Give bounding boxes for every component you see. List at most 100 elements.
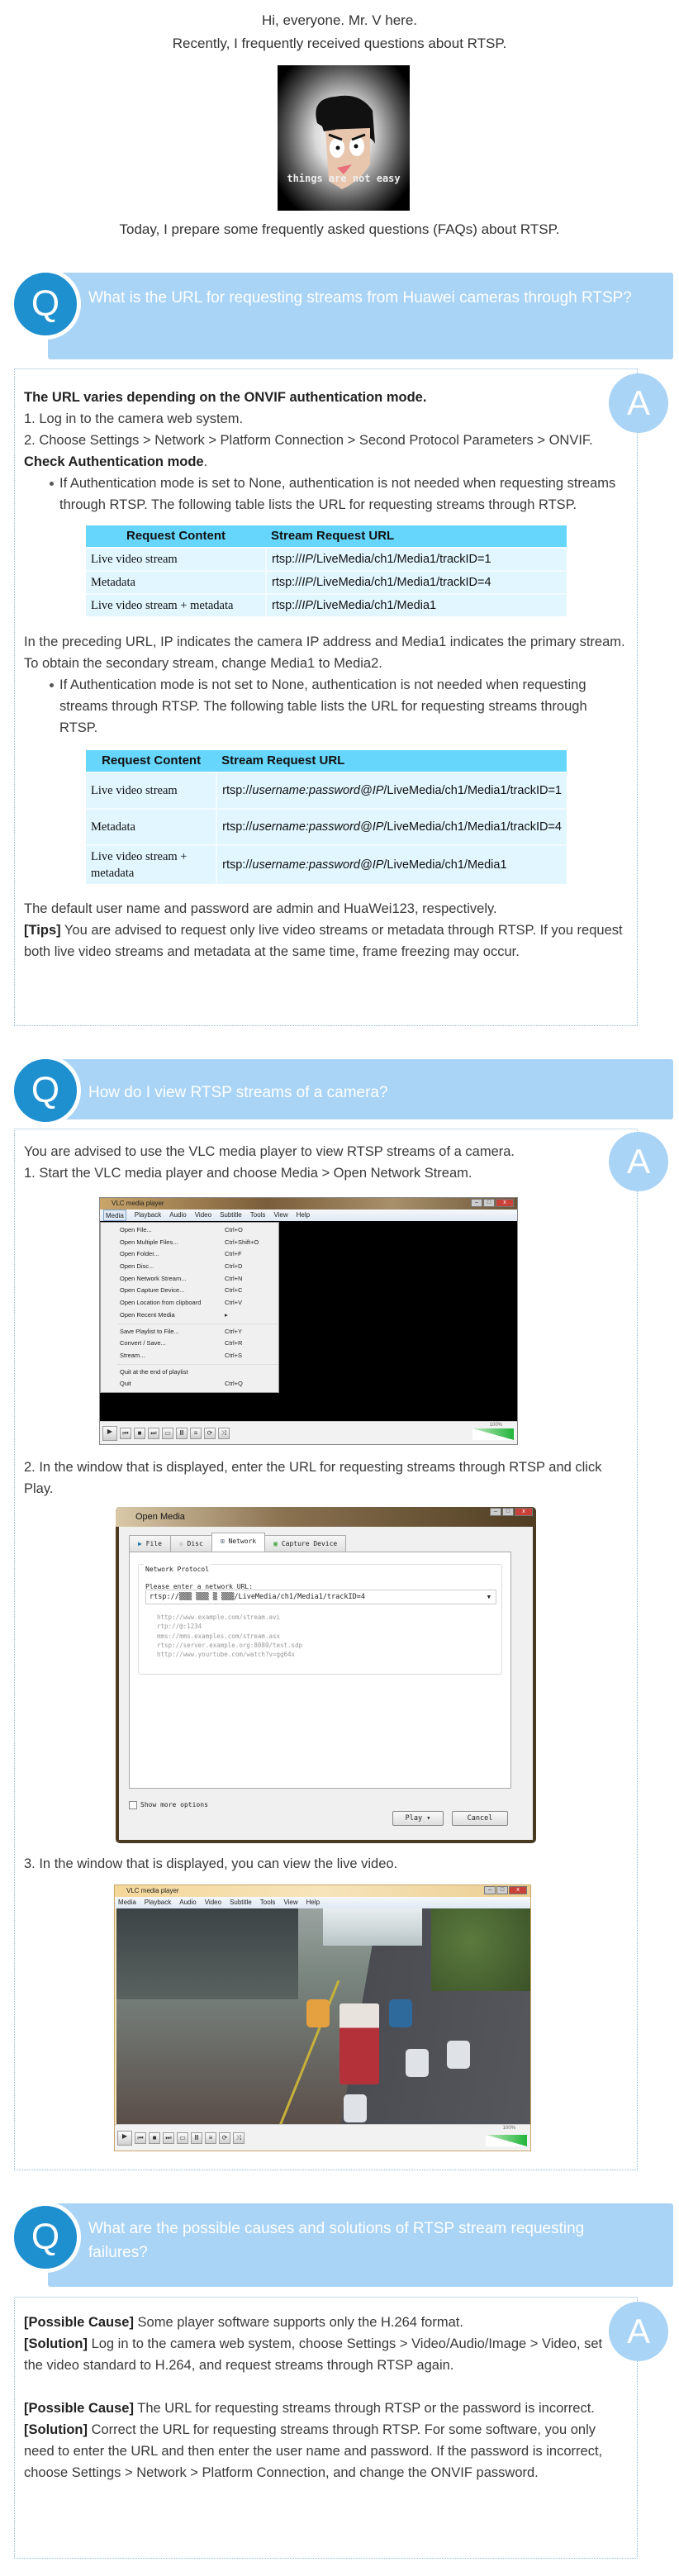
stop-icon: ■ [134, 1427, 145, 1439]
play-button: Play ▾ [392, 1811, 444, 1826]
menu-subtitle: Subtitle [220, 1211, 242, 1219]
dialog-title-text: Open Media [135, 1512, 185, 1522]
menu-item-label: Quit at the end of playlist [120, 1367, 188, 1376]
menu-item: Open Location from clipboard Ctrl+V [101, 1297, 278, 1309]
step-1: 1. Log in to the camera web system. [24, 411, 244, 426]
extended-settings-icon: Ⅲ [191, 2132, 202, 2144]
stream-url: rtsp://username:password@IP/LiveMedia/ch… [216, 808, 567, 845]
menu-item-shortcut: Ctrl+Q [225, 1380, 243, 1388]
window-title-text: VLC media player [126, 1887, 179, 1894]
menu-item: Open Multiple Files... Ctrl+Shift+O [101, 1237, 278, 1249]
live-video-screenshot: VLC media player – □ x Media Playback Audio V… [114, 1884, 531, 2151]
request-content: Live video stream + metadata [86, 593, 267, 616]
menu-item: Open Capture Device... Ctrl+C [101, 1285, 278, 1297]
table-row: Live video stream rtsp://username:passwor… [86, 772, 567, 809]
tab-disc: ◎ Disc [169, 1535, 212, 1552]
q-badge-icon: Q [10, 1055, 81, 1126]
column-header: Stream Request URL [266, 525, 567, 548]
menu-item: Quit at the end of playlist [101, 1366, 278, 1379]
loop-icon: ⟳ [219, 2132, 230, 2144]
menu-item: Open Recent Media ▸ [101, 1309, 278, 1322]
url-example: rtsp://server.example.org:8080/test.sdp [157, 1641, 303, 1649]
table-row: Live video stream + metadata rtsp://usern… [86, 844, 567, 884]
menu-item-shortcut: ▸ [225, 1310, 228, 1319]
mr-v-cartoon-image: things are not easy [278, 65, 410, 211]
network-url-field: rtsp://▒▒▒ ▒▒▒ ▒ ▒▒▒/LiveMedia/ch1/Media… [145, 1590, 496, 1604]
step-2: 2. In the window that is displayed, ente… [24, 1460, 602, 1496]
minimize-icon: – [484, 1886, 496, 1894]
tab-file: ▶ File [129, 1535, 171, 1552]
menu-item: Open Network Stream... Ctrl+N [101, 1273, 278, 1286]
default-credentials: The default user name and password are a… [24, 901, 497, 916]
playlist-icon: ≡ [190, 1427, 202, 1439]
fullscreen-icon: ▭ [177, 2132, 188, 2144]
url-examples: http://www.example.com/stream.avi rtp://@… [157, 1613, 302, 1659]
request-content: Live video stream + metadata [86, 844, 218, 884]
maximize-icon: □ [502, 1508, 514, 1516]
table-row: Metadata rtsp://IP/LiveMedia/ch1/Media1/t… [86, 570, 567, 594]
stream-url: rtsp://IP/LiveMedia/ch1/Media1/trackID=1 [266, 547, 567, 571]
menu-audio: Audio [169, 1211, 187, 1219]
question-text: How do I view RTSP streams of a camera? [88, 1084, 388, 1101]
close-icon: x [509, 1886, 527, 1894]
step-2-text: 2. Choose Settings > Network > Platform … [24, 433, 593, 448]
next-icon: ⏭ [148, 1427, 159, 1439]
window-title: VLC media player – □ x [100, 1198, 517, 1210]
next-icon: ⏭ [163, 2132, 174, 2144]
bullet-no-auth: If Authentication mode is set to None, a… [24, 473, 629, 516]
stream-url: rtsp://username:password@IP/LiveMedia/ch… [216, 844, 567, 884]
request-content: Live video stream [86, 547, 267, 571]
cause-2: [Possible Cause] The URL for requesting … [24, 2398, 629, 2419]
table-row: Live video stream + metadata rtsp://IP/Li… [86, 593, 567, 616]
solution-label: [Solution] [24, 2336, 88, 2351]
answer-intro: You are advised to use the VLC media pla… [24, 1144, 515, 1159]
a-badge-icon: A [609, 1132, 668, 1191]
cause-text: Some player software supports only the H… [133, 2315, 463, 2330]
cause-label: [Possible Cause] [24, 2315, 134, 2330]
url-example: http://www.example.com/stream.avi [157, 1614, 281, 1621]
solution-text: Log in to the camera web system, choose … [24, 2336, 603, 2373]
step-1: 1. Start the VLC media player and choose… [24, 1166, 472, 1181]
menu-item-shortcut: Ctrl+S [225, 1351, 243, 1359]
url-example: rtp://@:1234 [157, 1623, 202, 1631]
maximize-icon: □ [483, 1199, 495, 1207]
vlc-menu-screenshot: VLC media player – □ x Media Playback Audi… [99, 1197, 518, 1445]
network-protocol-group: Network Protocol Please enter a network … [138, 1559, 502, 1675]
a-badge-icon: A [609, 2302, 668, 2361]
media-dropdown-menu: Open File... Ctrl+O Open Multiple Files...… [100, 1222, 279, 1393]
question-1: What is the URL for requesting streams f… [48, 273, 673, 359]
window-title: VLC media player – □ x [115, 1885, 530, 1897]
dropdown-arrow-icon: ▼ [487, 1594, 491, 1600]
stream-url: rtsp://IP/LiveMedia/ch1/Media1 [266, 593, 567, 616]
request-content: Metadata [86, 808, 218, 845]
stop-icon: ■ [149, 2132, 160, 2144]
cause-label: [Possible Cause] [24, 2401, 134, 2416]
menu-item-shortcut: Ctrl+F [225, 1250, 242, 1258]
solution-1: [Solution] Log in to the camera web syst… [24, 2333, 629, 2376]
table-row: Live video stream rtsp://IP/LiveMedia/ch1… [86, 547, 567, 571]
menu-item-label: Open Folder... [120, 1250, 159, 1258]
url-example: http://www.yourtube.com/watch?v=gg64x [157, 1651, 296, 1659]
menu-item-label: Convert / Save... [120, 1339, 166, 1347]
stream-url: rtsp://username:password@IP/LiveMedia/ch… [216, 772, 567, 809]
step-2-bold: Check Authentication mode [24, 454, 204, 469]
intro-line: Recently, I frequently received question… [172, 36, 507, 51]
menu-video: Video [194, 1211, 212, 1219]
answer-2: You are advised to use the VLC media pla… [14, 1129, 638, 2170]
menu-item-label: Open File... [120, 1226, 152, 1233]
url-table-no-auth: Request Content Stream Request URL Live v… [86, 525, 567, 616]
fullscreen-icon: ▭ [162, 1427, 173, 1439]
question-text: What are the possible causes and solutio… [88, 2220, 585, 2261]
url-note: In the preceding URL, IP indicates the c… [24, 634, 625, 671]
answer-1: The URL varies depending on the ONVIF au… [14, 368, 638, 1026]
menu-bar: Media Playback Audio Video Subtitle Tools View… [115, 1897, 530, 1908]
menu-item-label: Open Disc... [120, 1262, 154, 1271]
tips-text: You are advised to request only live vid… [24, 923, 623, 959]
extended-settings-icon: Ⅲ [176, 1427, 188, 1439]
cancel-button: Cancel [452, 1811, 508, 1826]
menu-item: Open File... Ctrl+O [101, 1224, 278, 1237]
previous-icon: ⏮ [135, 2132, 146, 2144]
menu-item-shortcut: Ctrl+R [225, 1339, 243, 1347]
menu-playback: Playback [134, 1211, 162, 1219]
menu-view: View [273, 1211, 288, 1219]
